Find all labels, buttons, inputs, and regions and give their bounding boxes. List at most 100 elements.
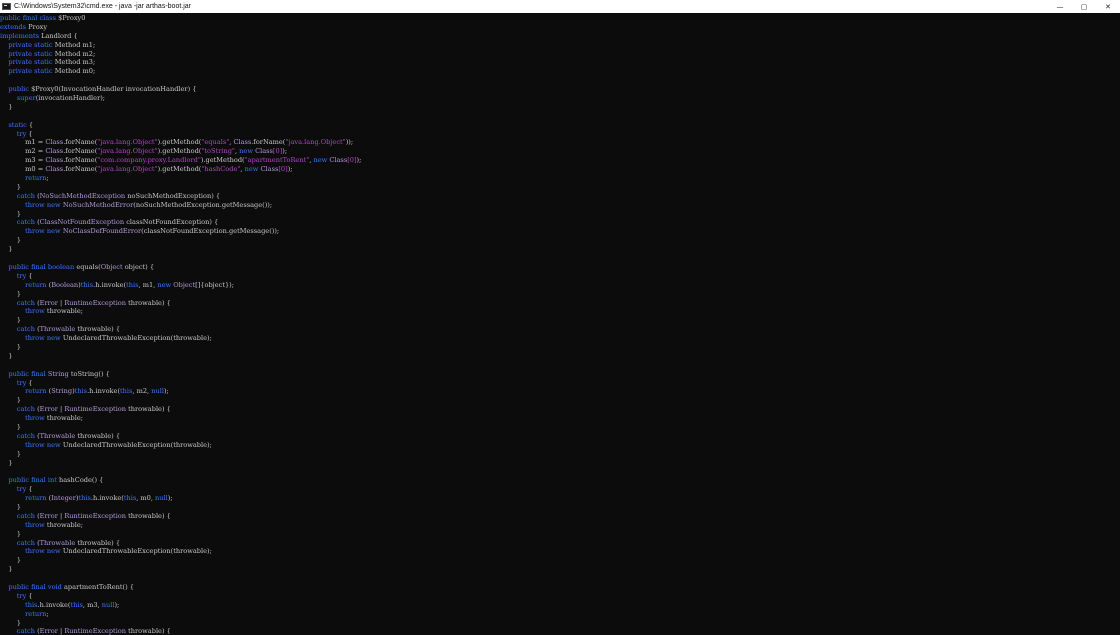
- code-token: UndeclaredThrowableException(throwable);: [62, 334, 212, 343]
- code-token: ).getMethod(: [200, 156, 245, 165]
- code-line: throw new UndeclaredThrowableException(t…: [0, 334, 1120, 343]
- code-token: Throwable: [39, 431, 76, 440]
- code-token: throw new: [0, 440, 63, 449]
- code-token: catch: [0, 298, 38, 307]
- minimize-button[interactable]: —: [1048, 0, 1072, 13]
- code-token: throw new: [0, 227, 63, 236]
- code-line: }: [0, 619, 1120, 628]
- code-token: "java.lang.Object": [97, 138, 158, 147]
- code-token: m3 =: [0, 156, 46, 165]
- code-token: }: [0, 182, 21, 191]
- code-token: Boolean: [51, 280, 79, 289]
- code-token: UndeclaredThrowableException(throwable);: [62, 440, 212, 449]
- code-token: equals(: [76, 262, 101, 271]
- code-token: return: [0, 280, 49, 289]
- code-line: ​: [0, 76, 1120, 85]
- code-token: {: [28, 591, 33, 600]
- code-line: m0 = Class.forName("java.lang.Object").g…: [0, 165, 1120, 174]
- code-token: Class: [45, 165, 64, 174]
- code-token: Error: [39, 298, 58, 307]
- code-token: Landlord {: [41, 31, 78, 40]
- code-token: "java.lang.Object": [285, 138, 346, 147]
- code-token: null: [101, 600, 115, 609]
- code-token: Class: [329, 156, 348, 165]
- close-button[interactable]: ✕: [1096, 0, 1120, 13]
- code-line: }: [0, 556, 1120, 565]
- code-token: throw new: [0, 547, 63, 556]
- code-token: try: [0, 485, 29, 494]
- code-token: throwable;: [46, 307, 83, 316]
- code-line: return (Integer)this.h.invoke(this, m0, …: [0, 494, 1120, 503]
- code-line: catch (Throwable throwable) {: [0, 432, 1120, 441]
- code-token: this: [123, 494, 137, 503]
- code-token: null: [155, 494, 168, 503]
- code-token: .h.invoke(: [37, 600, 71, 609]
- code-token: .forName(: [63, 147, 98, 156]
- console-output[interactable]: public final class $Proxy0 extends Proxy i…: [0, 14, 1120, 635]
- code-token: NoSuchMethodError: [62, 200, 134, 209]
- code-token: catch: [0, 538, 38, 547]
- code-token: try: [0, 591, 29, 600]
- code-line: private static Method m3;: [0, 58, 1120, 67]
- code-token: , m2,: [132, 387, 152, 396]
- code-line: }: [0, 352, 1120, 361]
- code-line: catch (Error | RuntimeException throwabl…: [0, 299, 1120, 308]
- title-bar[interactable]: C:\Windows\System32\cmd.exe - java -jar …: [0, 0, 1120, 13]
- code-line: m1 = Class.forName("java.lang.Object").g…: [0, 138, 1120, 147]
- code-line: }: [0, 290, 1120, 299]
- code-token: );: [356, 156, 362, 165]
- code-token: ).getMethod(: [157, 165, 202, 174]
- code-token: String: [51, 387, 73, 396]
- code-token: Object: [100, 262, 123, 271]
- code-token: throwable) {: [126, 298, 171, 307]
- code-token: private static: [0, 49, 55, 58]
- code-line: public final int hashCode() {: [0, 476, 1120, 485]
- code-token: this: [80, 280, 94, 289]
- code-line: catch (Throwable throwable) {: [0, 539, 1120, 548]
- code-token: Error: [39, 405, 58, 414]
- window-controls: — ▢ ✕: [1048, 0, 1120, 13]
- code-token: .forName(: [251, 138, 286, 147]
- code-token: new: [244, 165, 261, 174]
- code-token: }: [0, 502, 21, 511]
- code-token: [0]: [347, 156, 357, 165]
- code-line: }: [0, 503, 1120, 512]
- code-token: catch: [0, 191, 38, 200]
- code-token: new: [313, 156, 330, 165]
- code-line: }: [0, 316, 1120, 325]
- code-token: public final class: [0, 14, 59, 22]
- code-token: new: [239, 147, 256, 156]
- code-line: throw throwable;: [0, 521, 1120, 530]
- code-token: []{object});: [195, 280, 234, 289]
- code-token: }: [0, 289, 21, 298]
- code-token: Class: [233, 138, 252, 147]
- code-line: try {: [0, 130, 1120, 139]
- code-token: , m3,: [82, 600, 102, 609]
- code-line: }: [0, 236, 1120, 245]
- code-token: private static: [0, 58, 55, 67]
- code-token: .forName(: [63, 156, 98, 165]
- code-token: private static: [0, 40, 55, 49]
- code-line: }: [0, 396, 1120, 405]
- code-line: catch (Error | RuntimeException throwabl…: [0, 405, 1120, 414]
- code-token: public: [0, 85, 32, 94]
- code-token: hashCode() {: [58, 476, 104, 485]
- code-token: String: [47, 369, 71, 378]
- code-token: throwable) {: [126, 627, 171, 635]
- code-token: {: [28, 271, 33, 280]
- code-token: }: [0, 529, 21, 538]
- code-token: ));: [345, 138, 354, 147]
- code-token: );: [282, 147, 288, 156]
- code-token: }: [0, 556, 21, 565]
- code-token: "java.lang.Object": [97, 165, 158, 174]
- code-token: Method m1;: [54, 40, 96, 49]
- code-token: Object: [173, 280, 196, 289]
- maximize-button[interactable]: ▢: [1072, 0, 1096, 13]
- code-line: throw new NoClassDefFoundError(classNotF…: [0, 227, 1120, 236]
- code-token: Throwable: [39, 325, 76, 334]
- code-token: try: [0, 271, 29, 280]
- code-line: ​: [0, 254, 1120, 263]
- code-line: throw new UndeclaredThrowableException(t…: [0, 547, 1120, 556]
- code-token: .h.invoke(: [90, 494, 124, 503]
- code-token: Throwable: [39, 538, 76, 547]
